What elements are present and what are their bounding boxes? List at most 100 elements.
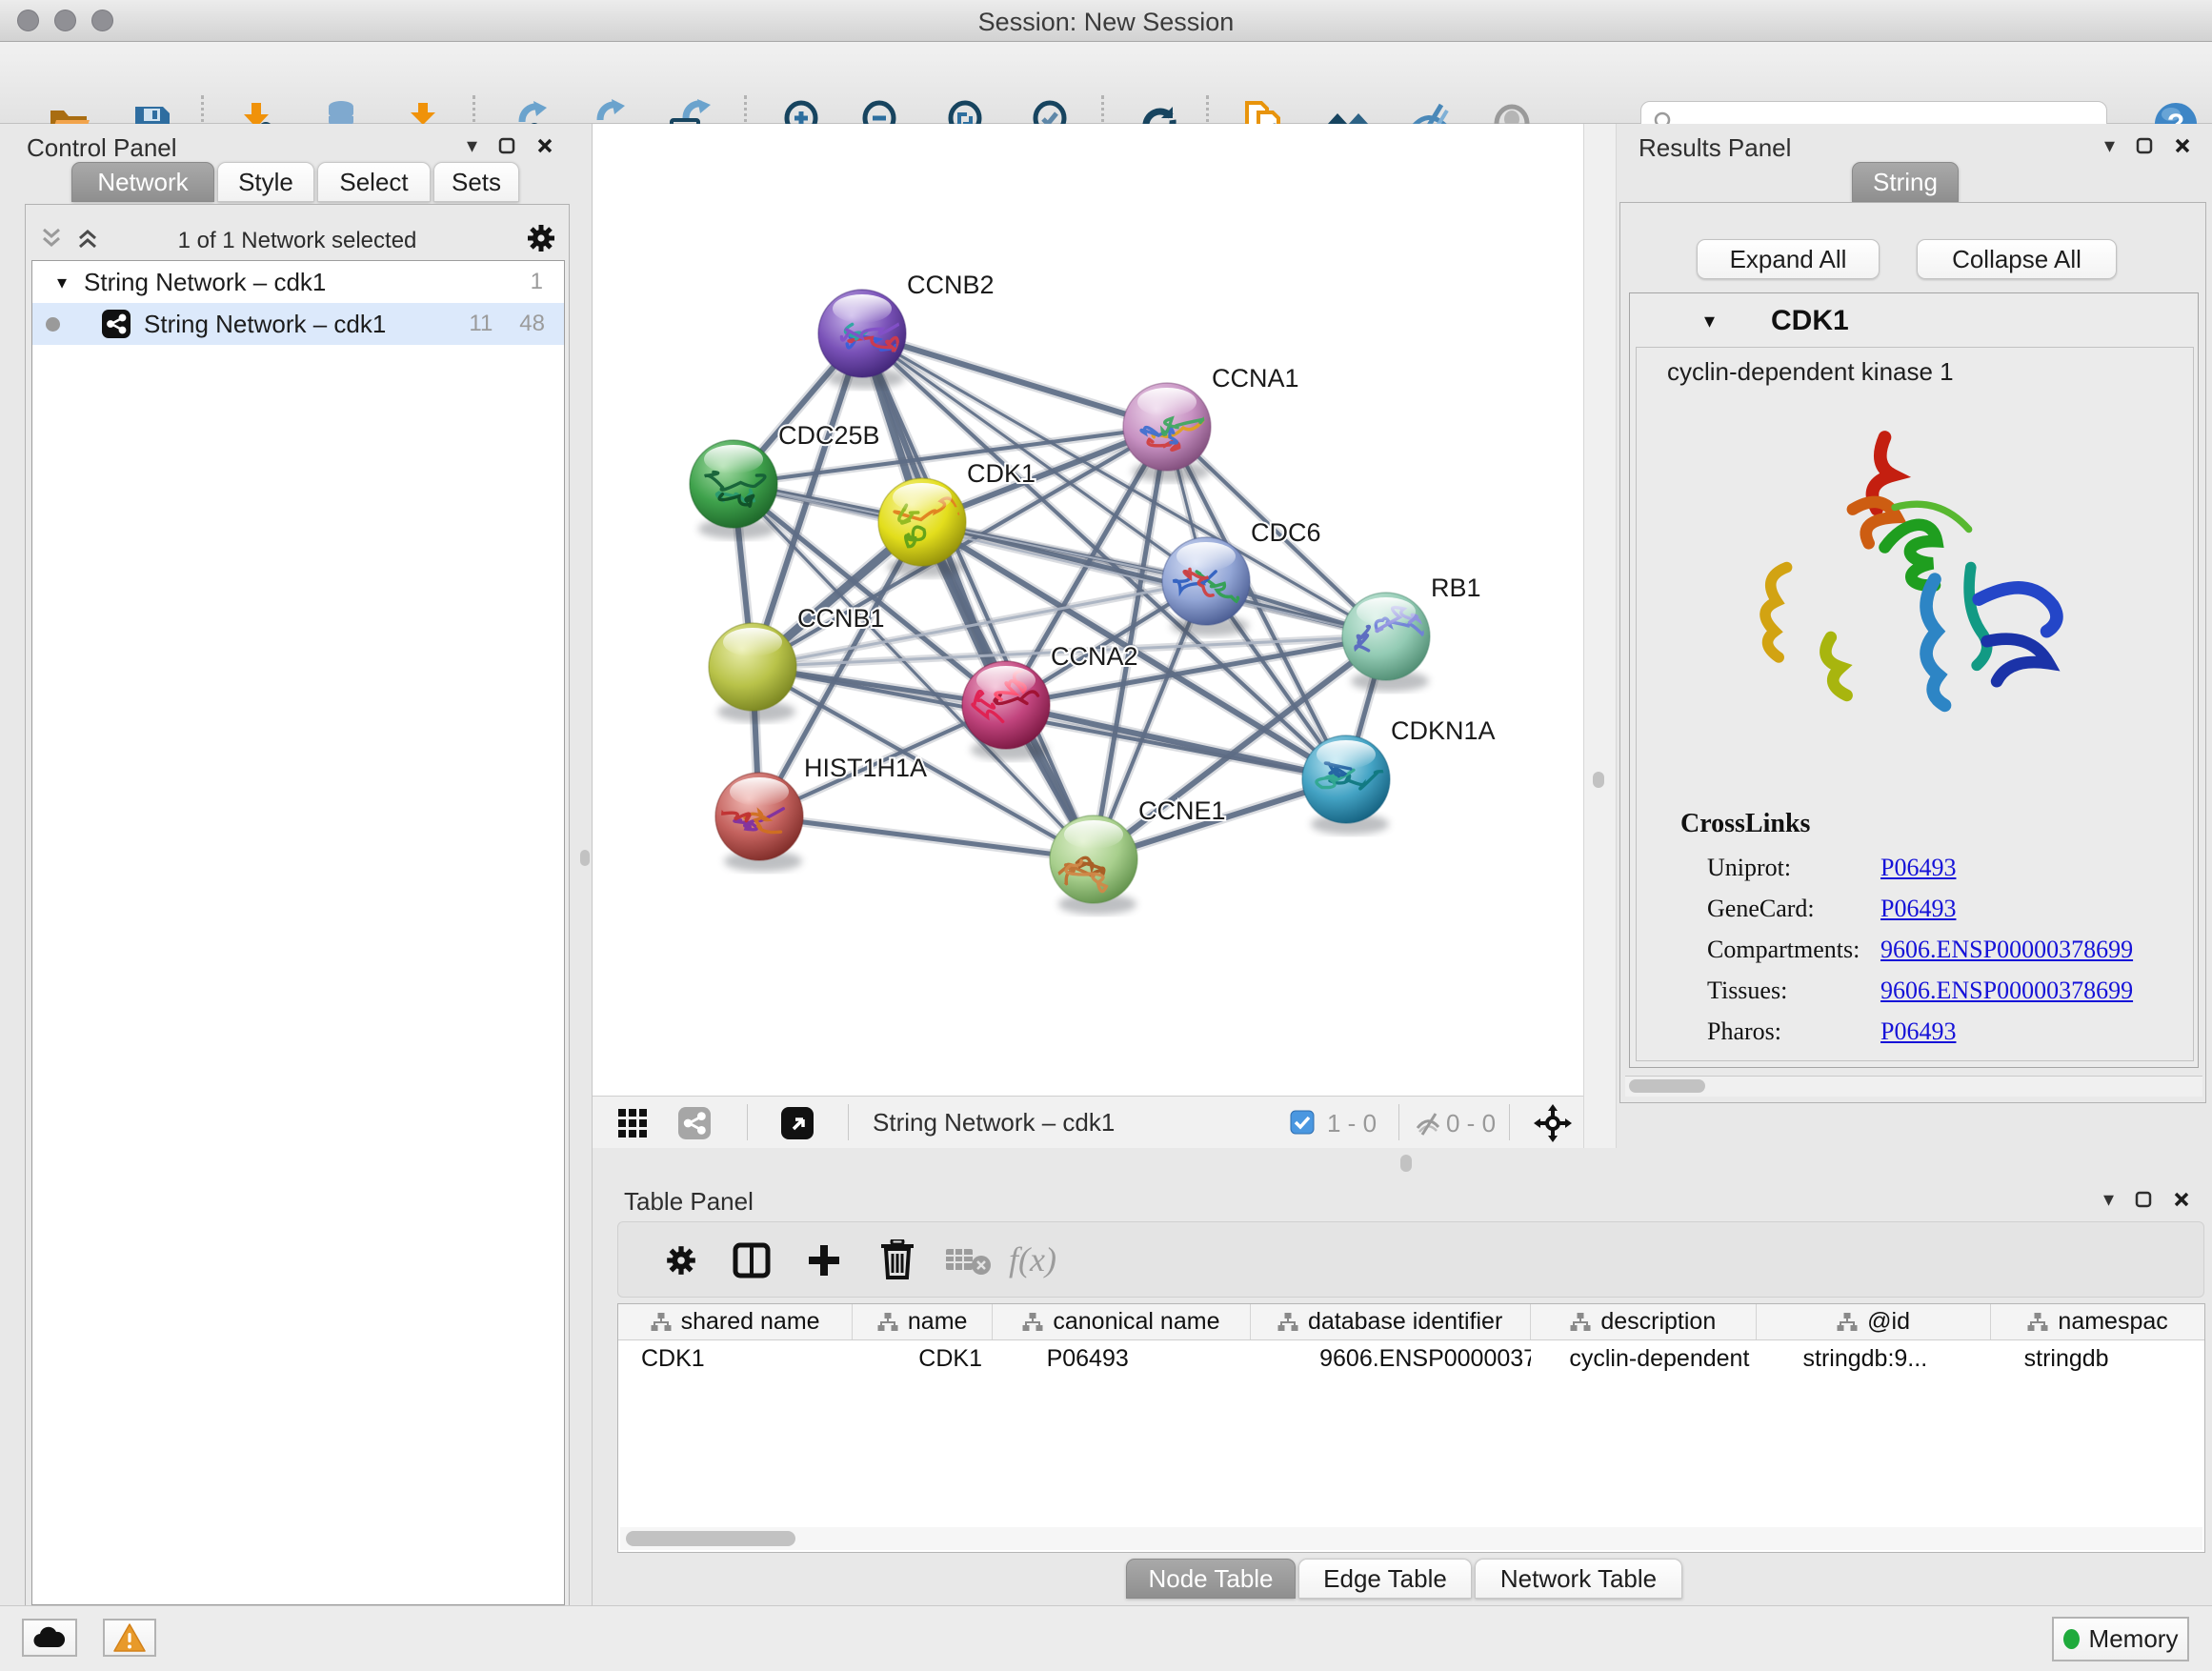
node-label: CCNA2 [1051,642,1138,671]
crosslinks-title: CrossLinks [1680,809,1810,839]
column-header[interactable]: canonical name [993,1304,1251,1339]
panel-menu-icon[interactable]: ▾ [2104,133,2115,158]
crosslink-label: Pharos: [1707,1011,1880,1052]
table-row[interactable]: CDK1 CDK1 P06493 9606.ENSP00000378699 cy… [618,1340,2204,1377]
network-tree-root-row[interactable]: ▾ String Network – cdk1 1 [32,261,564,303]
panel-float-icon[interactable] [2136,137,2153,154]
current-network-dot-icon [46,317,60,332]
delete-table-icon-disabled [946,1247,992,1276]
crosslink-row: GeneCard:P06493 [1707,888,2133,929]
birds-eye-view-icon[interactable] [781,1107,814,1139]
network-canvas[interactable]: CCNB2CCNA1CDC25BCDK1CDC6RB1CCNB1CCNA2CDK… [593,124,1583,1096]
network-selection-status: 1 of 1 Network selected [26,228,569,254]
network-view-toolbar: String Network – cdk1 1 - 0 0 - 0 [593,1096,1583,1148]
vertical-splitter[interactable] [1583,124,1617,1148]
control-panel-title: Control Panel [27,133,177,163]
column-header[interactable]: description [1531,1304,1757,1339]
node-label: RB1 [1431,574,1481,602]
section-collapse-icon[interactable]: ▾ [1704,309,1715,333]
panel-close-icon[interactable] [536,137,553,154]
network-type-icon [102,310,131,338]
panel-float-icon[interactable] [498,137,515,154]
tab-sets[interactable]: Sets [433,162,519,202]
panel-float-icon[interactable] [2135,1191,2152,1208]
network-collection-label: String Network – cdk1 [84,268,326,297]
tab-node-table[interactable]: Node Table [1126,1559,1296,1599]
protein-structure-image [1637,397,2193,797]
node-label: CCNB2 [907,271,995,299]
crosslink-value[interactable]: P06493 [1880,854,1956,881]
scrollbar-thumb[interactable] [1629,1079,1705,1093]
gene-section: ▾ CDK1 cyclin-dependent kinase 1 [1629,292,2199,1068]
column-header[interactable]: name [853,1304,993,1339]
collapse-all-button[interactable]: Collapse All [1917,239,2117,279]
network-edge-count: 48 [519,311,545,337]
show-columns-icon[interactable] [733,1241,771,1279]
node-table: shared name name canonical name database… [617,1303,2205,1553]
crosslink-label: Uniprot: [1707,847,1880,888]
memory-button[interactable]: Memory [2052,1617,2189,1661]
status-bar: Memory [0,1605,2212,1671]
network-share-icon[interactable] [678,1107,711,1139]
table-hscrollbar[interactable] [620,1527,2202,1550]
tab-edge-table[interactable]: Edge Table [1298,1559,1472,1599]
network-node-CDKN1A[interactable]: CDKN1A [1302,716,1496,835]
crosslink-label: GeneCard: [1707,888,1880,929]
tab-network[interactable]: Network [71,162,214,202]
crosslink-label: Compartments: [1707,929,1880,970]
table-header-row: shared name name canonical name database… [618,1304,2204,1340]
network-tree-row-selected[interactable]: String Network – cdk1 11 48 [32,303,564,345]
table-panel: Table Panel ▾ f(x) shared name name cano… [593,1181,2212,1605]
tab-select[interactable]: Select [317,162,431,202]
panel-close-icon[interactable] [2173,1191,2190,1208]
crosslink-value[interactable]: P06493 [1880,1017,1956,1045]
selected-checkbox-icon[interactable] [1290,1110,1315,1135]
delete-column-trash-icon[interactable] [879,1239,915,1279]
network-node-count: 11 [469,311,493,337]
crosslink-label: Tissues: [1707,970,1880,1011]
panel-menu-icon[interactable]: ▾ [467,133,477,158]
crosslink-row: Compartments:9606.ENSP00000378699 [1707,929,2133,970]
left-splitter-handle[interactable] [580,850,590,866]
tab-style[interactable]: Style [217,162,314,202]
crosslink-value[interactable]: 9606.ENSP00000378699 [1880,976,2133,1004]
splitter-handle[interactable] [1400,1155,1412,1172]
tab-network-table[interactable]: Network Table [1475,1559,1682,1599]
table-settings-gear-icon[interactable] [664,1243,698,1278]
network-node-HIST1H1A[interactable]: HIST1H1A [701,754,927,872]
hidden-eye-icon [1414,1110,1442,1138]
window-title: Session: New Session [0,8,2212,37]
cloud-button[interactable] [22,1619,77,1657]
crosslink-value[interactable]: P06493 [1880,895,1956,922]
node-label: CCNE1 [1138,796,1226,825]
network-node-RB1[interactable]: RB1 [1342,574,1481,692]
warnings-button[interactable] [103,1619,156,1657]
horizontal-splitter[interactable] [593,1148,2212,1181]
column-header[interactable]: shared name [618,1304,853,1339]
titlebar: Session: New Session [0,0,2212,42]
hidden-count-badge: 0 - 0 [1446,1109,1496,1138]
panel-close-icon[interactable] [2174,137,2191,154]
gene-name: CDK1 [1771,305,1849,337]
node-label: CDK1 [967,459,1036,488]
splitter-handle[interactable] [1593,772,1604,788]
table-toolbar: f(x) [617,1221,2204,1298]
tab-string[interactable]: String [1852,162,1959,202]
fit-content-crosshair-icon[interactable] [1534,1104,1572,1142]
add-column-icon[interactable] [805,1241,843,1279]
panel-menu-icon[interactable]: ▾ [2103,1187,2114,1212]
grid-view-icon[interactable] [617,1108,648,1138]
gear-icon[interactable] [525,222,557,254]
column-header[interactable]: namespac [1991,1304,2204,1339]
crosslink-row: Pharos:P06493 [1707,1011,2133,1052]
column-header[interactable]: @id [1757,1304,1991,1339]
results-hscrollbar[interactable] [1625,1076,2202,1097]
tree-expander-icon[interactable]: ▾ [57,271,67,294]
expand-all-button[interactable]: Expand All [1697,239,1880,279]
node-label: HIST1H1A [804,754,927,782]
column-header[interactable]: database identifier [1251,1304,1531,1339]
node-label: CCNB1 [797,604,885,633]
scrollbar-thumb[interactable] [626,1531,795,1546]
crosslink-value[interactable]: 9606.ENSP00000378699 [1880,936,2133,963]
results-panel: Results Panel ▾ String Expand All Collap… [1617,124,2212,1148]
